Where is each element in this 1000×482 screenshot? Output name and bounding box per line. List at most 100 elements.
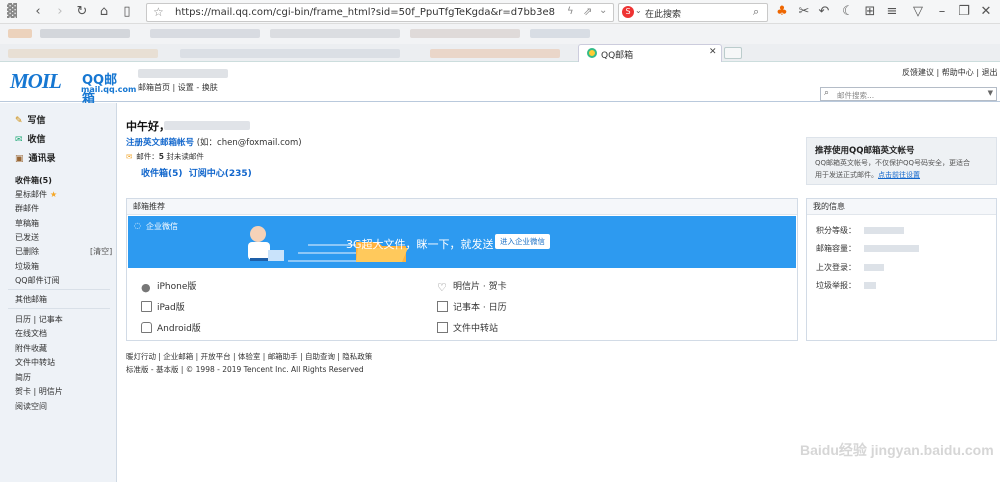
nav-home-link[interactable]: 邮箱首页 <box>138 83 170 92</box>
tab-qqmail[interactable]: QQ邮箱 ✕ <box>578 44 722 62</box>
apps-icon[interactable]: ⊞ <box>862 4 878 20</box>
ipad-icon <box>141 301 152 312</box>
app-android[interactable]: Android版 <box>141 321 201 334</box>
search-icon: ⌕ <box>824 88 830 98</box>
footer-link[interactable]: 邮箱助手 <box>268 352 298 361</box>
blurred-bookmark <box>8 29 32 38</box>
sidebar-item-attachments[interactable]: 附件收藏 <box>15 343 47 354</box>
nav-skin-link[interactable]: 换肤 <box>202 83 218 92</box>
top-sep: | <box>934 68 942 77</box>
menu-icon[interactable]: ≡ <box>884 4 900 20</box>
sidebar-sep: | <box>31 315 39 324</box>
sidebar-item-receive[interactable]: ✉ 收信 <box>15 132 46 145</box>
inbox-link[interactable]: 收件箱(5) <box>141 169 183 179</box>
minimize-icon[interactable]: – <box>934 4 950 20</box>
close-window-icon[interactable]: ✕ <box>978 4 994 20</box>
wework-banner[interactable]: ◌ 企业微信 3G超大文件，眯一下，就发送 进入企业微信 <box>128 216 796 268</box>
sidebar-item-sent[interactable]: 已发送 <box>15 232 39 243</box>
mail-search-input[interactable]: ⌕ 邮件搜索... ▼ <box>820 87 997 101</box>
footer-link[interactable]: 自助查询 <box>305 352 335 361</box>
heart-icon: ♡ <box>437 281 447 294</box>
footer-link[interactable]: 隐私政策 <box>342 352 372 361</box>
sidebar-item-resume[interactable]: 简历 <box>15 372 31 383</box>
sidebar-item-deleted[interactable]: 已删除 <box>15 246 39 257</box>
sidebar-divider <box>8 289 110 290</box>
app-label: 明信片 · 贺卡 <box>453 282 507 292</box>
app-iphone[interactable]: ● iPhone版 <box>141 279 196 293</box>
search-icon[interactable]: ⌕ <box>753 5 759 19</box>
home-icon[interactable]: ⌂ <box>96 4 112 20</box>
search-engine-icon[interactable]: S <box>622 6 634 18</box>
night-mode-icon[interactable]: ☾ <box>840 4 856 20</box>
reload-icon[interactable]: ↻ <box>74 4 90 20</box>
app-ipad[interactable]: iPad版 <box>141 300 185 313</box>
sidebar-item-postcards[interactable]: 明信片 <box>39 387 63 396</box>
blurred-bookmark <box>40 29 130 38</box>
sidebar-item-file-transfer[interactable]: 文件中转站 <box>15 357 55 368</box>
footer-link[interactable]: 体验室 <box>238 352 261 361</box>
logo-mark: MOIL <box>10 69 62 93</box>
forward-icon[interactable]: › <box>52 4 68 20</box>
share-icon[interactable]: ⇗ <box>583 5 592 18</box>
register-link[interactable]: 注册英文邮箱帐号 <box>126 138 194 148</box>
feedback-link[interactable]: 反馈建议 <box>902 68 934 77</box>
footer-link[interactable]: 开放平台 <box>201 352 231 361</box>
promo-link[interactable]: 点击前往设置 <box>878 171 920 179</box>
close-tab-icon[interactable]: ✕ <box>709 47 717 57</box>
app-postcard[interactable]: ♡ 明信片 · 贺卡 <box>437 279 507 293</box>
subscribe-link[interactable]: 订阅中心(235) <box>189 169 252 179</box>
header-nav: 邮箱首页 | 设置 - 换肤 <box>138 82 218 93</box>
reader-icon[interactable]: ▯ <box>119 4 135 20</box>
inbox-icon: ✉ <box>15 135 23 145</box>
android-icon <box>141 322 152 333</box>
footer-link[interactable]: 企业邮箱 <box>163 352 193 361</box>
chevron-down-icon[interactable]: ⌄ <box>635 6 642 15</box>
lightning-icon[interactable]: ϟ <box>567 6 574 17</box>
sidebar-item-reading[interactable]: 阅读空间 <box>15 401 47 412</box>
nav-settings-link[interactable]: 设置 <box>178 83 194 92</box>
info-row-capacity: 邮箱容量： <box>816 243 919 254</box>
new-tab-button[interactable] <box>724 47 742 59</box>
sidebar-item-group[interactable]: 群邮件 <box>15 203 39 214</box>
back-icon[interactable]: ‹ <box>30 4 46 20</box>
bookmarks-bar <box>0 24 1000 44</box>
game-icon[interactable]: ♣ <box>774 4 790 20</box>
logout-link[interactable]: 退出 <box>982 68 998 77</box>
chevron-down-icon[interactable]: ▼ <box>988 89 993 97</box>
qqmail-logo[interactable]: MOIL QQ邮箱 mail.qq.com <box>10 68 136 107</box>
mail-prefix: 邮件： <box>136 152 159 161</box>
browser-search[interactable]: S ⌄ 在此搜索 ⌕ <box>618 3 768 22</box>
app-notes[interactable]: 记事本 · 日历 <box>437 300 507 313</box>
sidebar-item-subscription[interactable]: QQ邮件订阅 <box>15 275 60 286</box>
sidebar-item-cards[interactable]: 贺卡 <box>15 387 31 396</box>
restore-icon[interactable]: ❐ <box>956 4 972 20</box>
search-placeholder: 在此搜索 <box>645 10 682 20</box>
sidebar-item-starred[interactable]: 星标邮件 ★ <box>15 189 57 200</box>
sidebar-item-calendar[interactable]: 日历 <box>15 315 31 324</box>
dropdown-icon[interactable]: ⌄ <box>599 5 607 16</box>
undo-icon[interactable]: ↶ <box>816 4 832 20</box>
sidebar-item-compose[interactable]: ✎ 写信 <box>15 113 46 126</box>
help-link[interactable]: 帮助中心 <box>942 68 974 77</box>
sidebar-item-contacts[interactable]: ▣ 通讯录 <box>15 151 56 164</box>
sidebar-item-spam[interactable]: 垃圾箱 <box>15 261 39 272</box>
sidebar-item-drafts[interactable]: 草稿箱 <box>15 218 39 229</box>
blurred-value <box>864 264 884 271</box>
footer-link[interactable]: 暖灯行动 <box>126 352 156 361</box>
app-label: iPhone版 <box>157 282 197 292</box>
clear-deleted-link[interactable]: [清空] <box>90 246 112 257</box>
sidebar-sep: | <box>31 387 39 396</box>
sidebar-item-notes[interactable]: 记事本 <box>39 315 63 324</box>
filter-icon[interactable]: ▽ <box>910 4 926 20</box>
sidebar-item-other-mail[interactable]: 其他邮箱 <box>15 294 47 305</box>
address-bar[interactable]: ☆ https://mail.qq.com/cgi-bin/frame_html… <box>146 3 614 22</box>
app-filetransfer[interactable]: 文件中转站 <box>437 321 498 334</box>
sidebar-item-docs[interactable]: 在线文档 <box>15 328 47 339</box>
star-icon[interactable]: ☆ <box>153 5 164 19</box>
sidebar-item-label: 星标邮件 <box>15 190 47 199</box>
blurred-tab <box>430 49 560 58</box>
scissors-icon[interactable]: ✂ <box>796 4 812 20</box>
banner-button[interactable]: 进入企业微信 <box>495 234 550 249</box>
sidebar-item-inbox[interactable]: 收件箱(5) <box>15 175 52 186</box>
footer-links: 暖灯行动 | 企业邮箱 | 开放平台 | 体验室 | 邮箱助手 | 自助查询 |… <box>126 352 373 361</box>
